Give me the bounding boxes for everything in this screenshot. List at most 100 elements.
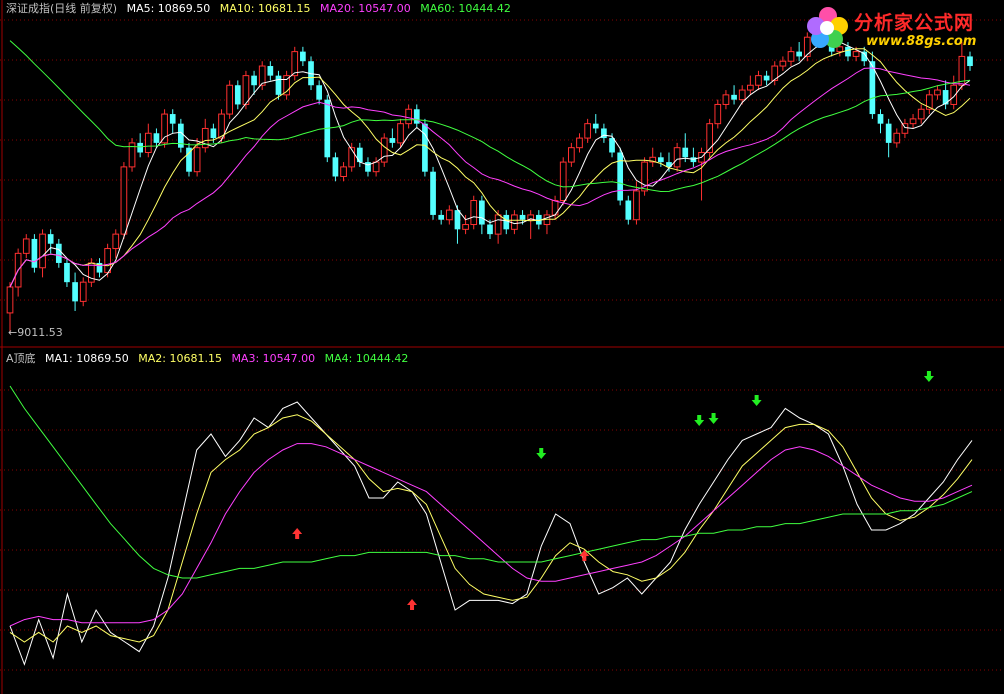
ma1-value: MA1: 10869.50: [45, 352, 129, 365]
candle-body-down: [31, 238, 38, 268]
stock-chart: [0, 0, 1004, 694]
candle-body-down: [64, 262, 70, 283]
ma3-value: MA3: 10547.00: [231, 352, 316, 365]
candle-body-up: [291, 51, 299, 77]
candle-body-up: [909, 118, 917, 125]
indicator-lines: [9, 385, 973, 666]
candle-body-up: [511, 214, 518, 230]
ma3-indicator-line: [9, 443, 973, 627]
candle-body-down: [153, 133, 160, 143]
candle-body-down: [234, 85, 241, 105]
candle-body-up: [917, 108, 925, 120]
candle-body-up: [372, 161, 380, 173]
candle-body-down: [267, 66, 274, 76]
candle-body-up: [104, 248, 111, 274]
ma5-line: [9, 41, 971, 288]
candle-body-down: [137, 142, 144, 153]
low-price-label: ←9011.53: [8, 326, 63, 339]
candle-body-up: [340, 166, 347, 177]
candle-body-up: [226, 84, 234, 115]
logo-text: 分析家公式网: [854, 12, 975, 34]
candle-body-down: [617, 152, 624, 201]
candle-body-down: [454, 210, 461, 230]
candle-body-down: [332, 157, 339, 177]
candle-body-up: [714, 103, 722, 125]
candle-body-up: [445, 209, 453, 221]
down-arrow-icon: [694, 415, 705, 426]
candle-body-down: [438, 214, 445, 220]
ma5-value: MA5: 10869.50: [126, 2, 211, 15]
moving-average-lines: [9, 40, 971, 288]
ma2-value: MA2: 10681.15: [138, 352, 222, 365]
flower-logo-icon: [807, 7, 848, 48]
candle-body-up: [893, 132, 901, 144]
candle-body-down: [487, 224, 493, 235]
down-arrow-icon: [923, 371, 934, 382]
candle-body-down: [479, 200, 485, 225]
ma60-line: [9, 40, 971, 193]
candle-body-down: [609, 138, 615, 153]
candle-body-down: [625, 200, 632, 220]
candle-body-up: [397, 123, 404, 144]
candle-body-down: [72, 282, 78, 302]
candle-body-down: [877, 114, 884, 124]
up-arrow-icon: [407, 599, 418, 610]
candle-body-up: [584, 123, 591, 139]
candle-body-up: [633, 190, 640, 221]
ma10-value: MA10: 10681.15: [219, 2, 311, 15]
ma10-line: [9, 48, 971, 288]
candle-body-up: [755, 75, 762, 86]
candle-body-up: [576, 137, 583, 149]
indicator-header: A顶底 MA1: 10869.50 MA2: 10681.15 MA3: 105…: [6, 350, 414, 366]
ma4-value: MA4: 10444.42: [324, 352, 409, 365]
ma60-value: MA60: 10444.42: [420, 2, 511, 15]
down-arrow-icon: [751, 395, 762, 406]
candle-body-down: [503, 214, 510, 230]
candle-body-down: [422, 123, 428, 172]
candle-body-up: [39, 233, 46, 269]
candle-body-up: [559, 161, 567, 202]
candle-body-down: [885, 123, 892, 143]
candle-body-up: [779, 60, 787, 67]
candle-body-down: [47, 234, 54, 244]
candle-body-up: [494, 214, 502, 235]
candle-body-up: [787, 51, 795, 62]
candle-body-up: [462, 224, 469, 230]
candle-body-down: [519, 214, 526, 220]
candle-body-up: [673, 147, 681, 168]
candle-body-down: [413, 109, 420, 124]
candle-body-up: [722, 94, 730, 105]
candle-body-down: [682, 147, 689, 158]
candle-body-down: [169, 114, 176, 124]
candle-body-down: [275, 75, 282, 95]
grid-lines: [0, 0, 1004, 694]
candle-body-up: [568, 147, 575, 163]
candle-body-down: [389, 138, 396, 143]
candle-body-up: [746, 84, 754, 91]
site-logo: 分析家公式网 www.88gs.com: [804, 4, 994, 52]
ma20-line: [9, 67, 971, 288]
indicator-title: A顶底: [6, 352, 36, 365]
candle-body-up: [120, 166, 128, 235]
candle-body-down: [316, 85, 322, 100]
candle-body-down: [251, 75, 257, 86]
candle-body-down: [430, 171, 436, 215]
candle-body-down: [365, 162, 371, 172]
candlestick-series: [6, 27, 973, 334]
main-chart-header: 深证成指(日线 前复权) MA5: 10869.50 MA10: 10681.1…: [6, 0, 517, 16]
ma2-indicator-line: [9, 414, 973, 643]
candle-body-down: [55, 243, 62, 263]
candle-body-up: [161, 113, 168, 144]
candle-body-up: [738, 89, 746, 101]
candle-body-up: [22, 238, 30, 254]
candle-body-down: [210, 128, 217, 139]
up-arrow-icon: [292, 528, 303, 539]
candle-body-up: [348, 147, 356, 168]
candle-body-down: [592, 123, 599, 129]
candle-body-up: [405, 108, 412, 125]
candle-body-up: [88, 262, 95, 283]
candle-body-up: [470, 200, 478, 226]
candle-body-down: [731, 94, 737, 100]
ma1-indicator-line: [9, 401, 973, 666]
candle-body-down: [658, 157, 664, 163]
